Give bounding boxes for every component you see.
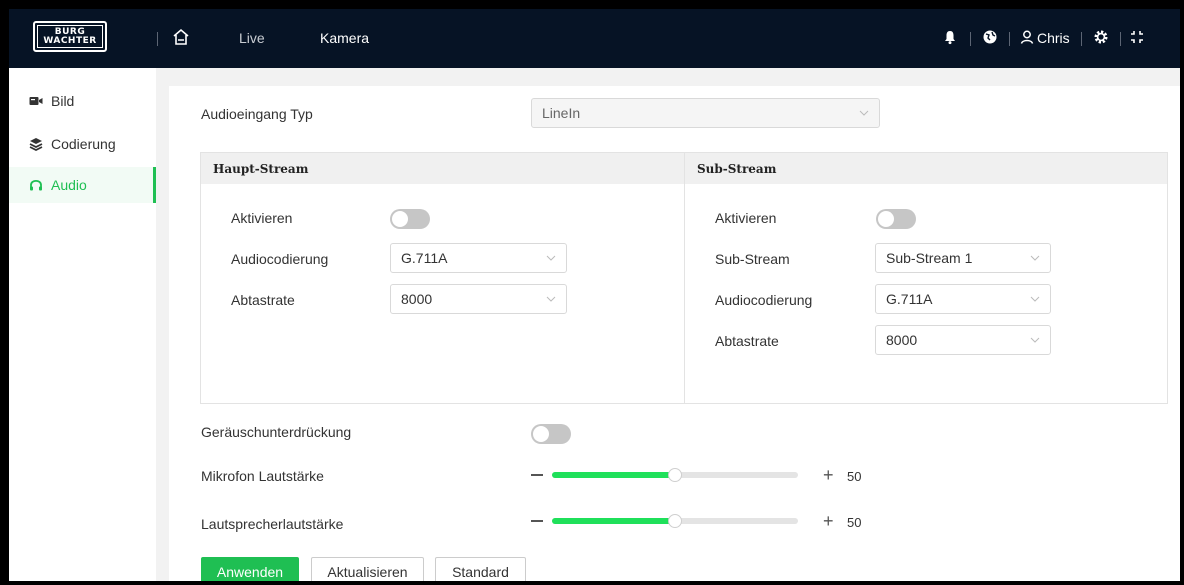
- layers-icon: [29, 138, 43, 151]
- brand-logo: BURG WACHTER: [33, 21, 107, 52]
- divider: [1081, 32, 1082, 46]
- sub-enable-label: Aktivieren: [715, 210, 777, 226]
- chevron-down-icon: [1030, 296, 1040, 302]
- main-stream-title: Haupt-Stream: [201, 153, 684, 184]
- speaker-volume-thumb[interactable]: [668, 514, 682, 528]
- main-codec-value: G.711A: [401, 250, 448, 266]
- headphones-icon: [30, 179, 42, 191]
- noise-suppression-toggle[interactable]: [531, 424, 571, 444]
- sidebar-item-label: Codierung: [51, 136, 116, 152]
- sub-stream-label: Sub-Stream: [715, 251, 790, 267]
- sub-enable-toggle[interactable]: [876, 209, 916, 229]
- chevron-down-icon: [546, 255, 556, 261]
- divider: [157, 32, 158, 46]
- apply-button[interactable]: Anwenden: [201, 557, 299, 581]
- refresh-button[interactable]: Aktualisieren: [311, 557, 424, 581]
- audio-input-type-select[interactable]: LineIn: [531, 98, 880, 128]
- default-button[interactable]: Standard: [435, 557, 526, 581]
- chevron-down-icon: [859, 110, 869, 116]
- main-rate-select[interactable]: 8000: [390, 284, 567, 314]
- sub-codec-value: G.711A: [886, 291, 933, 307]
- user-name[interactable]: Chris: [1037, 30, 1070, 46]
- mic-volume-thumb[interactable]: [668, 468, 682, 482]
- brand-line-2: WACHTER: [43, 35, 97, 46]
- home-icon[interactable]: [172, 28, 190, 46]
- bell-icon[interactable]: [942, 29, 958, 45]
- audio-input-type-value: LineIn: [542, 105, 581, 121]
- sub-stream-title: Sub-Stream: [685, 153, 1167, 184]
- speaker-volume-value: 50: [847, 515, 862, 530]
- chevron-down-icon: [546, 296, 556, 302]
- sidebar-item-label: Audio: [51, 177, 87, 193]
- audio-settings-panel: Audioeingang Typ LineIn Haupt-Stream Akt…: [169, 86, 1180, 581]
- main-stream-panel: Haupt-Stream Aktivieren Audiocodierung G…: [200, 152, 685, 404]
- mic-volume-slider[interactable]: [552, 468, 798, 482]
- fullscreen-icon[interactable]: [1129, 29, 1145, 45]
- divider: [970, 32, 971, 46]
- main-enable-toggle[interactable]: [390, 209, 430, 229]
- camera-icon: [29, 97, 43, 105]
- divider: [1009, 32, 1010, 46]
- mic-volume-increase[interactable]: +: [823, 466, 834, 484]
- sub-rate-value: 8000: [886, 332, 918, 348]
- speaker-volume-label: Lautsprecherlautstärke: [201, 516, 344, 532]
- sub-stream-select[interactable]: Sub-Stream 1: [875, 243, 1051, 273]
- sidebar-item-audio[interactable]: Audio: [9, 167, 156, 203]
- noise-suppression-label: Geräuschunterdrückung: [201, 424, 352, 440]
- sidebar-item-bild[interactable]: Bild: [9, 83, 156, 119]
- sub-codec-label: Audiocodierung: [715, 292, 813, 308]
- chevron-down-icon: [1030, 255, 1040, 261]
- speaker-volume-slider[interactable]: [552, 514, 798, 528]
- speaker-volume-increase[interactable]: +: [823, 512, 834, 530]
- audio-input-type-label: Audioeingang Typ: [201, 106, 313, 122]
- main-codec-select[interactable]: G.711A: [390, 243, 567, 273]
- mic-volume-label: Mikrofon Lautstärke: [201, 468, 324, 484]
- globe-icon[interactable]: [982, 29, 998, 45]
- main-rate-value: 8000: [401, 291, 433, 307]
- nav-kamera[interactable]: Kamera: [320, 30, 369, 46]
- speaker-volume-fill: [552, 518, 675, 524]
- sub-stream-value: Sub-Stream 1: [886, 250, 973, 266]
- main-codec-label: Audiocodierung: [231, 251, 329, 267]
- app-window: BURG WACHTER Live Kamera Chris Bild Codi…: [9, 9, 1180, 581]
- mic-volume-fill: [552, 472, 675, 478]
- nav-live[interactable]: Live: [239, 30, 265, 46]
- top-bar: BURG WACHTER Live Kamera Chris: [9, 9, 1180, 68]
- sidebar-item-label: Bild: [51, 93, 75, 109]
- settings-gear-icon[interactable]: [1093, 29, 1109, 45]
- sub-rate-select[interactable]: 8000: [875, 325, 1051, 355]
- speaker-volume-decrease[interactable]: [531, 520, 543, 522]
- sub-codec-select[interactable]: G.711A: [875, 284, 1051, 314]
- mic-volume-decrease[interactable]: [531, 474, 543, 476]
- main-rate-label: Abtastrate: [231, 292, 295, 308]
- sidebar: Bild Codierung Audio: [9, 68, 156, 581]
- sidebar-item-codierung[interactable]: Codierung: [9, 126, 156, 162]
- chevron-down-icon: [1030, 337, 1040, 343]
- sub-rate-label: Abtastrate: [715, 333, 779, 349]
- user-icon[interactable]: [1019, 29, 1035, 45]
- main-enable-label: Aktivieren: [231, 210, 293, 226]
- sub-stream-panel: Sub-Stream Aktivieren Sub-Stream Sub-Str…: [684, 152, 1168, 404]
- mic-volume-value: 50: [847, 469, 862, 484]
- divider: [1120, 32, 1121, 46]
